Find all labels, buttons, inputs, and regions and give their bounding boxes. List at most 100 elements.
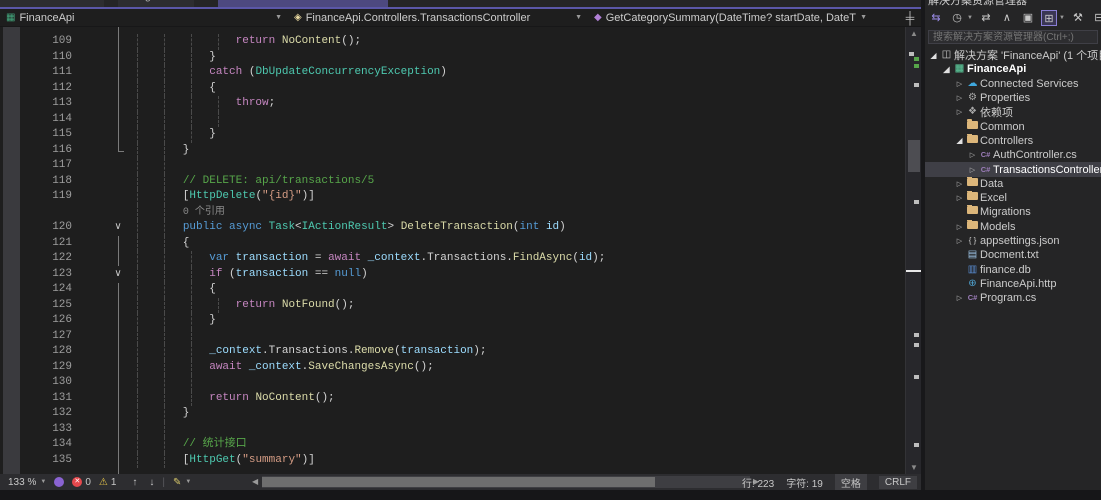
line-ending-status[interactable]: CRLF — [879, 476, 917, 489]
feedback-button[interactable] — [54, 477, 64, 487]
tree-item-migrations[interactable]: Migrations — [925, 205, 1101, 219]
expander-icon[interactable]: ▷ — [954, 108, 965, 116]
tab-transactionscontroller-cs[interactable]: TransactionsController.cs●✕ — [218, 0, 388, 7]
code-line[interactable]: 115 } — [0, 127, 905, 143]
tree-item-excel[interactable]: ▷Excel — [925, 191, 1101, 205]
code-line[interactable]: 111 catch (DbUpdateConcurrencyException) — [0, 65, 905, 81]
properties-icon[interactable]: ▣ — [1020, 10, 1036, 26]
expander-icon[interactable]: ▷ — [954, 194, 965, 202]
expander-icon[interactable]: ▷ — [954, 94, 965, 102]
collapse-region-icon[interactable]: ∨ — [110, 220, 126, 234]
code-line[interactable]: 129 await _context.SaveChangesAsync(); — [0, 360, 905, 376]
member-dropdown[interactable]: ◆ GetCategorySummary(DateTime? startDate… — [588, 9, 873, 27]
wrench-icon[interactable]: ⚒ — [1070, 10, 1086, 26]
zoom-level-dropdown[interactable]: 133 % ▼ — [8, 477, 46, 488]
tree-item-finance-db[interactable]: ▥finance.db — [925, 262, 1101, 276]
annotations-dropdown[interactable]: ✎ ▼ — [173, 477, 191, 488]
scroll-up-icon[interactable]: ▲ — [906, 27, 922, 40]
split-editor-handle-icon[interactable]: ╪ — [901, 9, 919, 27]
code-line[interactable]: 109 return NoContent(); — [0, 34, 905, 50]
code-line[interactable]: 119 [HttpDelete("{id}")] — [0, 189, 905, 205]
code-line[interactable]: 110 } — [0, 50, 905, 66]
code-line[interactable]: 120 public async Task<IActionResult> Del… — [0, 220, 905, 236]
code-line[interactable]: 121 { — [0, 236, 905, 252]
code-line[interactable]: 122 var transaction = await _context.Tra… — [0, 251, 905, 267]
tree-item-program-cs[interactable]: ▷C#Program.cs — [925, 291, 1101, 305]
code-editor[interactable]: 109 return NoContent();110 }111 catch (D… — [0, 27, 905, 474]
code-line[interactable]: 128 _context.Transactions.Remove(transac… — [0, 344, 905, 360]
expander-icon[interactable]: ▷ — [967, 166, 978, 174]
code-line[interactable]: 114 — [0, 112, 905, 128]
code-line[interactable]: 125 return NotFound(); — [0, 298, 905, 314]
code-line[interactable]: 131 return NoContent(); — [0, 391, 905, 407]
scroll-down-icon[interactable]: ▼ — [906, 461, 922, 474]
tree-item-financeapi[interactable]: ◢▦FinanceApi — [925, 62, 1101, 76]
code-line[interactable]: 124 { — [0, 282, 905, 298]
code-line[interactable]: 117 — [0, 158, 905, 174]
tab-authcontroller-cs[interactable]: AuthController.cs — [0, 0, 104, 7]
pending-changes-filter-icon[interactable]: ◷ — [949, 10, 965, 26]
expander-icon[interactable]: ◢ — [941, 65, 952, 74]
sync-with-active-document-icon[interactable]: ⇄ — [978, 10, 994, 26]
scroll-left-icon[interactable]: ◀ — [252, 477, 258, 486]
code-line[interactable]: 116 } — [0, 143, 905, 159]
whitespace-status[interactable]: 空格 — [835, 474, 867, 491]
tree-item-financeapi-http[interactable]: ⊕FinanceApi.http — [925, 277, 1101, 291]
previous-issue-button[interactable]: ↑ — [132, 477, 137, 488]
code-line[interactable]: 130 — [0, 375, 905, 391]
tree-item-properties[interactable]: ▷⚙Properties — [925, 91, 1101, 105]
project-dropdown[interactable]: ▦ FinanceApi ▼ — [0, 9, 288, 27]
expander-icon[interactable]: ▷ — [954, 80, 965, 88]
code-rows[interactable]: 109 return NoContent();110 }111 catch (D… — [0, 34, 905, 468]
column-status[interactable]: 字符: 19 — [786, 475, 823, 490]
chevron-down-icon[interactable]: ▼ — [1059, 15, 1065, 21]
collapse-all-icon[interactable]: ∧ — [999, 10, 1015, 26]
tree-item-transactionscontroller-cs[interactable]: ▷C#TransactionsController.cs — [925, 162, 1101, 176]
vertical-scrollbar[interactable]: ▲ ▼ — [905, 27, 921, 474]
code-line[interactable]: 132 } — [0, 406, 905, 422]
tree-item-common[interactable]: Common — [925, 119, 1101, 133]
code-line[interactable]: 134 // 统计接口 — [0, 437, 905, 453]
tree-item-controllers[interactable]: ◢Controllers — [925, 134, 1101, 148]
type-dropdown[interactable]: ◈ FinanceApi.Controllers.TransactionsCon… — [288, 9, 588, 27]
expander-icon[interactable]: ▷ — [967, 151, 978, 159]
switch-views-icon[interactable]: ⇆ — [928, 10, 944, 26]
tree-item-models[interactable]: ▷Models — [925, 220, 1101, 234]
expander-icon[interactable]: ▷ — [954, 223, 965, 231]
collapse-region-icon[interactable]: ∨ — [110, 267, 126, 281]
tree-item-appsettings-json[interactable]: ▷{ }appsettings.json — [925, 234, 1101, 248]
code-line[interactable]: 123 if (transaction == null) — [0, 267, 905, 283]
expander-icon[interactable]: ▷ — [954, 294, 965, 302]
tree-item-authcontroller-cs[interactable]: ▷C#AuthController.cs — [925, 148, 1101, 162]
code-line[interactable]: 127 — [0, 329, 905, 345]
search-input[interactable] — [928, 30, 1098, 44]
next-issue-button[interactable]: ↓ — [149, 477, 154, 488]
code-line[interactable]: 113 throw; — [0, 96, 905, 112]
code-line[interactable]: 112 { — [0, 81, 905, 97]
tree-item-docment-txt[interactable]: ▤Docment.txt — [925, 248, 1101, 262]
chevron-down-icon[interactable]: ▼ — [967, 15, 973, 21]
code-line[interactable]: 118 // DELETE: api/transactions/5 — [0, 174, 905, 190]
close-icon[interactable]: ✕ — [370, 0, 378, 1]
code-line[interactable]: 126 } — [0, 313, 905, 329]
horizontal-scrollbar[interactable] — [262, 476, 750, 488]
expander-icon[interactable]: ◢ — [954, 136, 965, 145]
preview-selected-items-icon[interactable]: ⊟ — [1091, 10, 1101, 26]
tree-item--[interactable]: ▷❖依赖项 — [925, 105, 1101, 119]
tab-program-cs[interactable]: Program.cs — [118, 0, 194, 7]
warning-count-button[interactable]: ⚠ 1 — [99, 477, 117, 488]
tree-item-data[interactable]: ▷Data — [925, 177, 1101, 191]
code-line[interactable]: 133 — [0, 422, 905, 438]
codelens-row[interactable]: 0 个引用 — [0, 205, 905, 221]
vertical-scrollbar-thumb[interactable] — [908, 140, 920, 172]
error-count-button[interactable]: ✕ 0 — [72, 477, 91, 488]
code-line[interactable]: 135 [HttpGet("summary")] — [0, 453, 905, 469]
show-all-files-icon[interactable]: ⊞ — [1041, 10, 1057, 26]
line-status[interactable]: 行: 223 — [742, 475, 774, 490]
expander-icon[interactable]: ▷ — [954, 237, 965, 245]
horizontal-scrollbar-thumb[interactable] — [262, 477, 655, 487]
tree-item--financeapi-1-[interactable]: ◢◫解决方案 'FinanceApi' (1 个项目, 共 — [925, 48, 1101, 62]
expander-icon[interactable]: ◢ — [928, 51, 939, 60]
tree-item-connected-services[interactable]: ▷☁Connected Services — [925, 77, 1101, 91]
expander-icon[interactable]: ▷ — [954, 180, 965, 188]
